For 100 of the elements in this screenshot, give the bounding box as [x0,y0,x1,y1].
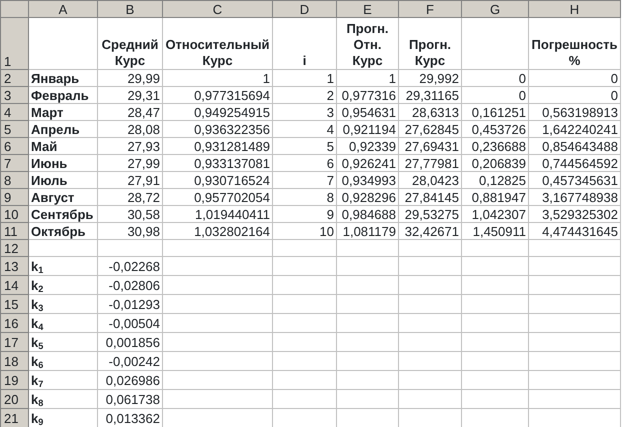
table-cell: 27,91 [98,172,162,188]
table-cell: 0,931281489 [162,138,272,154]
row-header[interactable]: 17 [0,332,28,352]
table-cell: 9 [272,206,336,222]
row-header[interactable]: 9 [0,188,28,206]
table-cell: -0,00504 [98,314,162,332]
table-cell: 0,928296 [336,188,398,206]
column-title: Погрешность % [528,18,620,70]
row-label: k$_{4}$ [28,314,98,332]
table-cell: 8 [272,188,336,206]
table-cell: 0,161251 [462,104,528,120]
table-cell: 29,99 [98,70,162,86]
table-cell: 2 [272,86,336,104]
table-cell: 27,99 [98,154,162,172]
table-cell: -0,01293 [98,294,162,314]
row-label: k$_{1}$ [28,256,98,276]
row-header[interactable]: 7 [0,154,28,172]
table-cell: 0,921194 [336,120,398,138]
column-header[interactable]: A [28,0,98,18]
row-label: k$_{6}$ [28,352,98,370]
row-label: k$_{7}$ [28,370,98,390]
table-cell: 29,992 [398,70,462,86]
row-header[interactable]: 2 [0,70,28,86]
table-cell: 0,001856 [98,332,162,352]
table-cell: -0,02268 [98,256,162,276]
row-label: Март [28,104,98,120]
table-cell: 0,954631 [336,104,398,120]
row-label: Сентябрь [28,206,98,222]
column-title: i [272,18,336,70]
table-cell: 1,642240241 [528,120,620,138]
column-header[interactable]: C [162,0,272,18]
table-cell: 0,933137081 [162,154,272,172]
row-header[interactable]: 20 [0,390,28,408]
table-cell: 3 [272,104,336,120]
table-cell: 1,042307 [462,206,528,222]
table-cell: 0,881947 [462,188,528,206]
row-header[interactable]: 11 [0,222,28,240]
table-cell: 0,854643488 [528,138,620,154]
column-header[interactable]: E [336,0,398,18]
table-cell: 4 [272,120,336,138]
table-cell: 7 [272,172,336,188]
row-label: k$_{5}$ [28,332,98,352]
table-cell: 0,949254915 [162,104,272,120]
table-cell: 29,31165 [398,86,462,104]
column-header[interactable]: D [272,0,336,18]
table-cell: 0,926241 [336,154,398,172]
row-header[interactable]: 8 [0,172,28,188]
column-header[interactable]: H [528,0,620,18]
row-label: Февраль [28,86,98,104]
row-header[interactable]: 13 [0,256,28,276]
row-header[interactable]: 5 [0,120,28,138]
table-cell: 30,58 [98,206,162,222]
table-cell: 0,026986 [98,370,162,390]
row-header[interactable]: 21 [0,408,28,427]
row-label: k$_{3}$ [28,294,98,314]
table-cell: 29,31 [98,86,162,104]
table-cell: 28,6313 [398,104,462,120]
table-cell: 27,77981 [398,154,462,172]
table-cell: 0,457345631 [528,172,620,188]
column-header[interactable]: B [98,0,162,18]
table-cell: 0 [528,70,620,86]
row-header[interactable]: 15 [0,294,28,314]
table-cell: 0,936322356 [162,120,272,138]
table-cell: 0 [528,86,620,104]
table-cell: 32,42671 [398,222,462,240]
column-title: Прогн. Курс [398,18,462,70]
table-cell: 0,92339 [336,138,398,154]
row-label: k$_{8}$ [28,390,98,408]
row-header[interactable]: 19 [0,370,28,390]
row-header[interactable]: 12 [0,240,28,256]
column-header[interactable]: G [462,0,528,18]
table-cell: 0,977315694 [162,86,272,104]
row-header[interactable]: 4 [0,104,28,120]
row-header[interactable]: 16 [0,314,28,332]
table-cell: 29,53275 [398,206,462,222]
table-cell: 1 [272,70,336,86]
table-cell: 1,019440411 [162,206,272,222]
row-label: Июль [28,172,98,188]
column-title: Прогн. Отн. Курс [336,18,398,70]
row-label: Октябрь [28,222,98,240]
table-cell: 3,167748938 [528,188,620,206]
row-header[interactable]: 10 [0,206,28,222]
column-header[interactable]: F [398,0,462,18]
row-header[interactable]: 1 [0,18,28,70]
row-header[interactable]: 18 [0,352,28,370]
table-cell: 0,744564592 [528,154,620,172]
table-cell: 0,934993 [336,172,398,188]
table-cell: -0,00242 [98,352,162,370]
table-cell: 3,529325302 [528,206,620,222]
table-cell: -0,02806 [98,276,162,294]
table-cell: 28,72 [98,188,162,206]
table-cell: 0 [462,86,528,104]
row-header[interactable]: 14 [0,276,28,294]
row-label: Апрель [28,120,98,138]
row-label: Июнь [28,154,98,172]
row-header[interactable]: 3 [0,86,28,104]
column-title: Относительный Курс [162,18,272,70]
row-header[interactable]: 6 [0,138,28,154]
table-cell: 0 [462,70,528,86]
row-label: Август [28,188,98,206]
